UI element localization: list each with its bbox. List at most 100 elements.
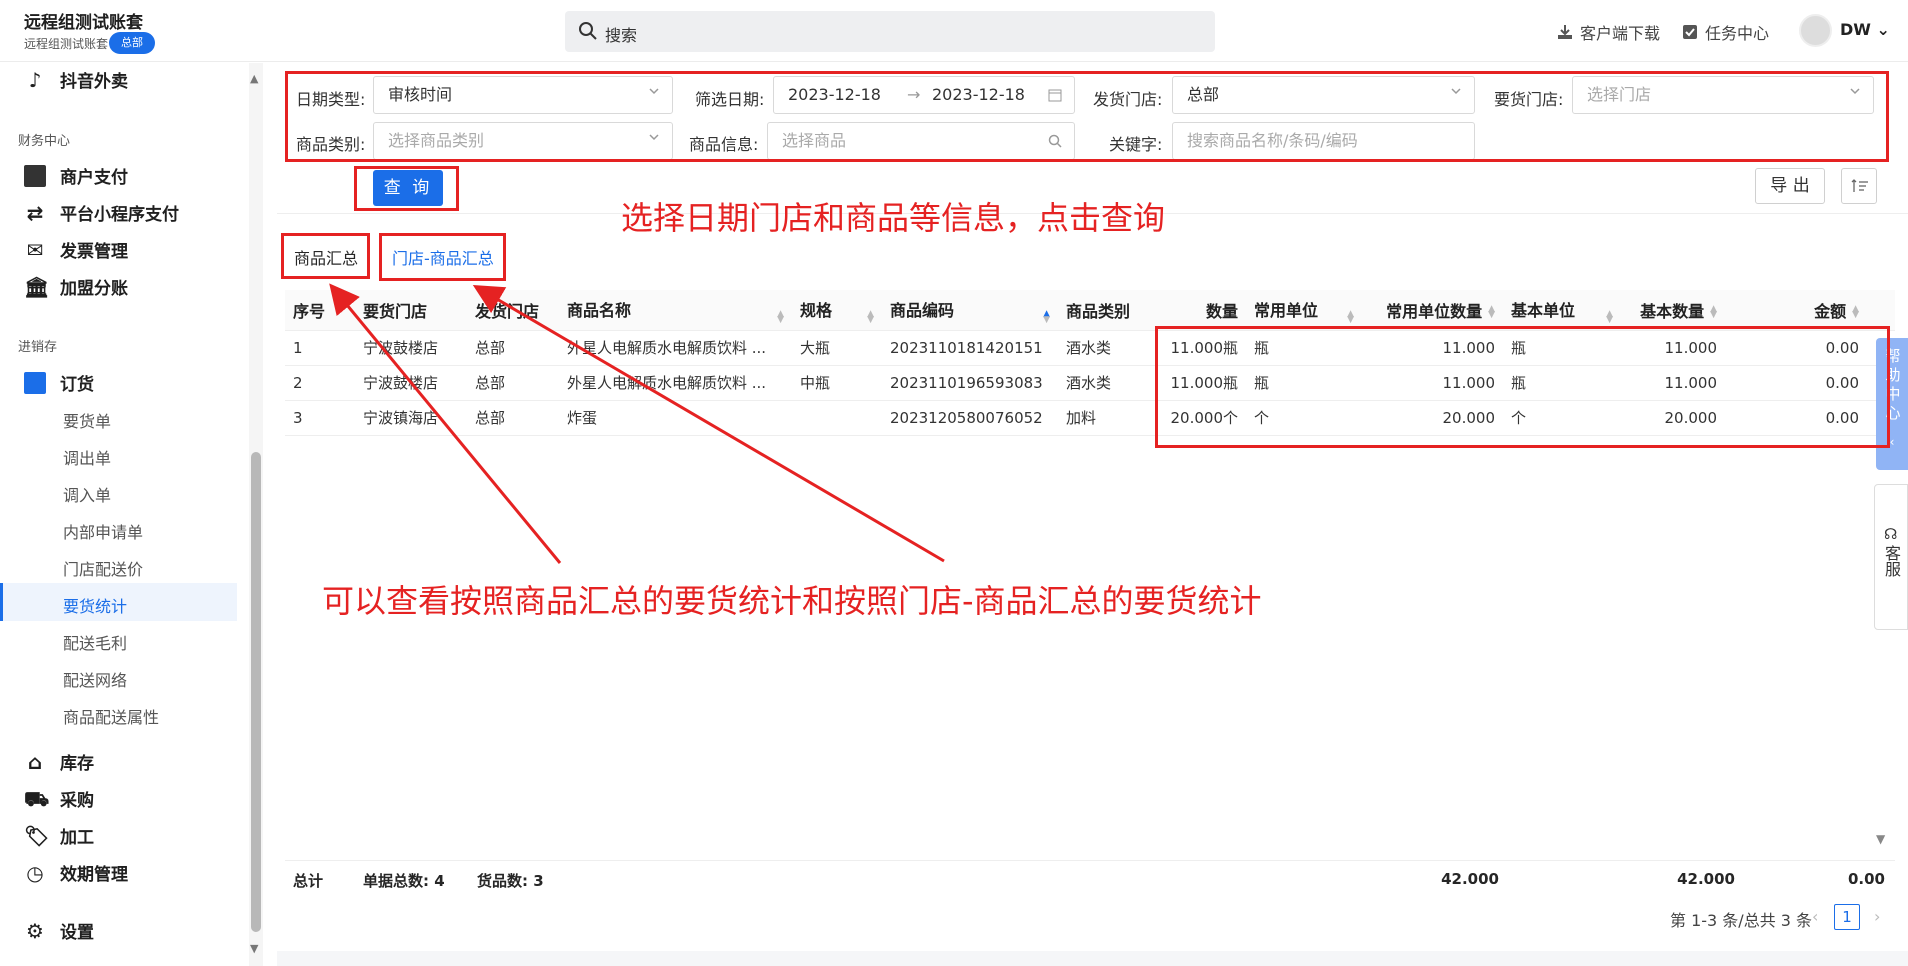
- tab-store-goods-summary[interactable]: 门店-商品汇总: [392, 245, 494, 269]
- cell-ship-store: 总部: [467, 330, 559, 366]
- help-center-tab[interactable]: 帮助中心 ‹: [1876, 338, 1908, 470]
- sidebar-item-label: 发票管理: [60, 242, 128, 262]
- cell-spec: 中瓶: [792, 365, 882, 401]
- cell-goods-name: 炸蛋: [559, 400, 792, 436]
- sidebar-item-store-delivery-price[interactable]: 门店配送价: [63, 556, 143, 580]
- next-page-icon[interactable]: ›: [1874, 907, 1880, 926]
- sidebar-item-delivery-network[interactable]: 配送网络: [63, 667, 127, 691]
- table-row[interactable]: 1 宁波鼓楼店 总部 外星人电解质水电解质饮料 ... 大瓶 202311018…: [285, 330, 1895, 366]
- section-finance: 财务中心: [18, 134, 71, 149]
- cell-base-qty: 11.000: [1621, 330, 1725, 366]
- sort-icon[interactable]: ▲ ▼: [1488, 305, 1495, 320]
- global-search[interactable]: 搜索: [565, 11, 1215, 52]
- query-button[interactable]: 查 询: [373, 170, 443, 206]
- col-base-qty[interactable]: 基本数量 ▲ ▼: [1621, 290, 1725, 331]
- sidebar-item-transfer-in[interactable]: 调入单: [63, 482, 111, 506]
- sidebar-item-douyin[interactable]: ♪ 抖音外卖: [24, 67, 128, 93]
- sidebar-item-miniapp-pay[interactable]: ⇄ 平台小程序支付: [24, 200, 179, 226]
- table-scroll-down-arrow[interactable]: ▼: [1876, 832, 1885, 846]
- date-range-picker[interactable]: 2023-12-18 → 2023-12-18: [773, 76, 1075, 114]
- col-amount[interactable]: 金额 ▲ ▼: [1725, 290, 1895, 331]
- sidebar-item-transfer-out[interactable]: 调出单: [63, 445, 111, 469]
- avatar[interactable]: [1799, 14, 1832, 47]
- sort-icon[interactable]: ▲ ▼: [867, 309, 874, 324]
- ship-store-select[interactable]: 总部: [1172, 76, 1475, 114]
- col-goods-code[interactable]: 商品编码 ▲ ▼: [882, 290, 1058, 331]
- sidebar-item-purchase[interactable]: ⛟ 采购: [24, 786, 94, 812]
- sidebar-item-request-stats[interactable]: 要货统计: [63, 593, 127, 617]
- table-footer: 总计 单据总数: 4 货品数: 3 42.000 42.000 0.00: [285, 860, 1895, 896]
- column-sort-button[interactable]: [1841, 168, 1877, 204]
- export-button[interactable]: 导 出: [1755, 168, 1825, 204]
- sidebar-item-request-order[interactable]: 要货单: [63, 408, 111, 432]
- chevron-down-icon: [1451, 88, 1461, 95]
- cell-qty: 11.000瓶: [1156, 365, 1246, 401]
- sidebar-group-order[interactable]: 订货: [24, 370, 94, 395]
- sort-icon[interactable]: ▲ ▼: [1852, 305, 1859, 320]
- user-menu[interactable]: DW ⌄: [1840, 20, 1890, 39]
- search-placeholder: 搜索: [605, 26, 638, 45]
- goods-info-input[interactable]: 选择商品: [767, 122, 1075, 160]
- sort-icon[interactable]: ▲ ▼: [1710, 305, 1717, 320]
- table-row[interactable]: 3 宁波镇海店 总部 炸蛋 2023120580076052 加料 20.000…: [285, 400, 1895, 436]
- sort-icon[interactable]: ▲ ▼: [1606, 309, 1613, 324]
- sidebar-item-delivery-margin[interactable]: 配送毛利: [63, 630, 127, 654]
- pagination-summary: 第 1-3 条/总共 3 条: [1670, 911, 1813, 930]
- sidebar-item-settings[interactable]: ⚙ 设置: [24, 918, 94, 944]
- date-type-select[interactable]: 审核时间: [373, 76, 673, 114]
- sidebar-item-processing[interactable]: 🏷 加工: [24, 823, 94, 849]
- cell-common-unit-qty: 20.000: [1362, 400, 1503, 436]
- sidebar-item-goods-delivery-attr[interactable]: 商品配送属性: [63, 704, 159, 728]
- goods-info-label: 商品信息:: [689, 135, 759, 154]
- category-select[interactable]: 选择商品类别: [373, 122, 673, 160]
- keyword-placeholder: 搜索商品名称/条码/编码: [1187, 131, 1358, 150]
- date-range-arrow: →: [907, 85, 921, 104]
- tab-goods-summary[interactable]: 商品汇总: [294, 245, 358, 269]
- scroll-down-arrow[interactable]: ▼: [250, 942, 258, 955]
- total-label: 总计: [293, 872, 324, 890]
- cell-category: 加料: [1058, 400, 1156, 436]
- sidebar-item-merchant-pay[interactable]: 商户支付: [24, 163, 128, 188]
- col-seq: 序号: [285, 290, 355, 331]
- sidebar-item-label: 商户支付: [60, 168, 128, 188]
- col-ship-store: 发货门店: [467, 290, 559, 331]
- req-store-label: 要货门店:: [1494, 90, 1564, 109]
- ship-store-label: 发货门店:: [1093, 90, 1163, 109]
- cell-common-unit-qty: 11.000: [1362, 365, 1503, 401]
- col-base-unit[interactable]: 基本单位 ▲ ▼: [1503, 290, 1621, 331]
- cell-amount: 0.00: [1725, 400, 1895, 436]
- cell-qty: 11.000瓶: [1156, 330, 1246, 366]
- page-1-button[interactable]: 1: [1834, 904, 1860, 930]
- sort-icon[interactable]: ▲ ▼: [1347, 309, 1354, 324]
- col-goods-name[interactable]: 商品名称 ▲ ▼: [559, 290, 792, 331]
- sort-icon[interactable]: ▲ ▼: [777, 309, 784, 324]
- prev-page-icon[interactable]: ‹: [1812, 907, 1818, 926]
- col-common-unit[interactable]: 常用单位 ▲ ▼: [1246, 290, 1362, 331]
- cell-common-unit: 个: [1246, 400, 1362, 436]
- client-download-link[interactable]: 客户端下载: [1556, 20, 1660, 44]
- keyword-input[interactable]: 搜索商品名称/条码/编码: [1172, 122, 1475, 160]
- sidebar-scroll-thumb[interactable]: [251, 452, 261, 932]
- sidebar-item-invoice[interactable]: ✉ 发票管理: [24, 237, 128, 263]
- sidebar-item-internal-request[interactable]: 内部申请单: [63, 519, 143, 543]
- cell-qty: 20.000个: [1156, 400, 1246, 436]
- sidebar-item-expiry[interactable]: ◷ 效期管理: [24, 860, 128, 886]
- cell-amount: 0.00: [1725, 365, 1895, 401]
- bank-icon: 🏛: [24, 274, 50, 299]
- col-spec[interactable]: 规格 ▲ ▼: [792, 290, 882, 331]
- task-center-link[interactable]: 任务中心: [1681, 20, 1769, 44]
- sidebar-item-franchise-split[interactable]: 🏛 加盟分账: [24, 274, 128, 300]
- col-common-unit-qty[interactable]: 常用单位数量 ▲ ▼: [1362, 290, 1503, 331]
- req-store-select[interactable]: 选择门店: [1572, 76, 1874, 114]
- chevron-down-icon: ⌄: [1876, 20, 1890, 39]
- cell-base-unit: 瓶: [1503, 365, 1621, 401]
- chevron-down-icon: [649, 134, 659, 141]
- cell-seq: 2: [285, 365, 355, 401]
- sort-asc-icon[interactable]: ▲ ▼: [1043, 309, 1050, 324]
- customer-service-tab[interactable]: ☊ 客服: [1874, 484, 1908, 630]
- exchange-icon: ⇄: [26, 200, 44, 225]
- sidebar-item-stock[interactable]: ⌂ 库存: [24, 749, 94, 775]
- sidebar-item-label: 效期管理: [60, 865, 128, 885]
- table-row[interactable]: 2 宁波鼓楼店 总部 外星人电解质水电解质饮料 ... 中瓶 202311019…: [285, 365, 1895, 401]
- scroll-up-arrow[interactable]: ▲: [250, 72, 258, 85]
